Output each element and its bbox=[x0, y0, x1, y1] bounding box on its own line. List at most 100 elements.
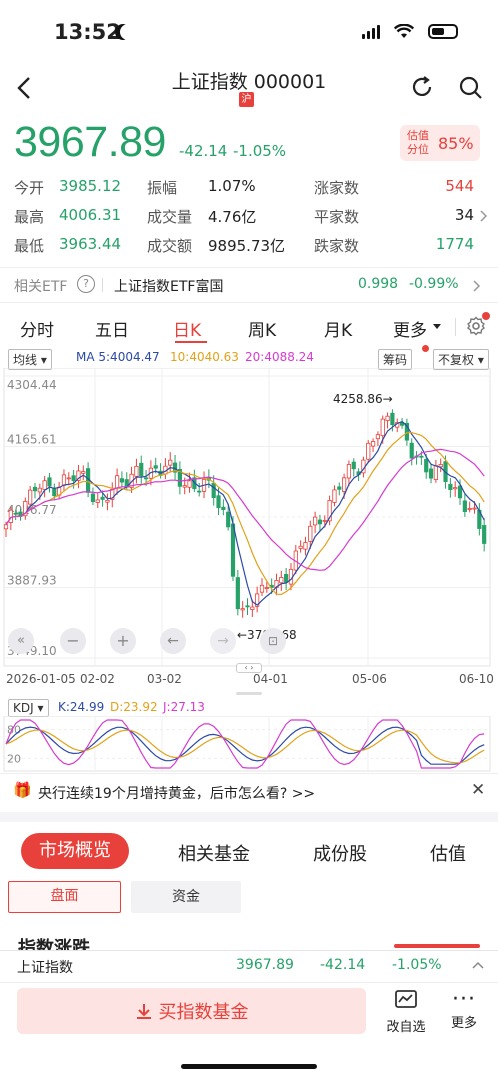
candle-body bbox=[428, 468, 434, 479]
candle-body bbox=[52, 488, 57, 497]
ma10-value: 10:4040.63 bbox=[170, 350, 239, 364]
vol-value: 4.76亿 bbox=[208, 208, 257, 226]
status-icons bbox=[362, 24, 458, 39]
candle-body bbox=[119, 478, 125, 483]
tab-valuation[interactable]: 估值 bbox=[430, 840, 466, 866]
drag-handle[interactable] bbox=[236, 692, 262, 695]
edit-watchlist-button[interactable]: 改自选 bbox=[384, 988, 428, 1038]
status-time: 13:52 bbox=[54, 20, 121, 44]
bottom-ticker-name: 上证指数 bbox=[17, 960, 73, 976]
zoom-in-icon[interactable]: + bbox=[110, 628, 136, 654]
tab-daily-k[interactable]: 日K bbox=[173, 316, 201, 341]
y-tick: 4165.61 bbox=[7, 432, 57, 446]
candle-body bbox=[134, 465, 139, 477]
candle-body bbox=[37, 487, 42, 493]
up-count-label: 涨家数 bbox=[314, 179, 360, 197]
flat-count: 34 bbox=[454, 206, 474, 224]
tab-related-funds[interactable]: 相关基金 bbox=[178, 840, 250, 866]
market-badge: 沪 bbox=[239, 92, 254, 107]
tab-more[interactable]: 更多 bbox=[393, 316, 427, 341]
chevron-up-icon[interactable] bbox=[472, 961, 484, 969]
candle-body bbox=[370, 441, 376, 447]
more-button[interactable]: ··· 更多 bbox=[446, 988, 482, 1038]
candle-body bbox=[71, 475, 76, 482]
candle-body bbox=[375, 434, 381, 440]
bottom-ticker-change: -42.14 bbox=[320, 957, 366, 973]
tab-constituents[interactable]: 成份股 bbox=[313, 840, 367, 866]
vol-label: 成交量 bbox=[147, 208, 193, 226]
chips-button[interactable]: 筹码 bbox=[378, 349, 413, 370]
open-label: 今开 bbox=[14, 179, 45, 197]
candle-body bbox=[216, 495, 221, 509]
zoom-reset-icon[interactable]: « bbox=[8, 628, 34, 654]
wifi-icon bbox=[394, 24, 414, 38]
ma-select-label: 均线 bbox=[13, 353, 38, 367]
candle-body bbox=[380, 418, 385, 437]
candle-body bbox=[366, 442, 371, 460]
tab-monthly-k[interactable]: 月K bbox=[324, 316, 352, 341]
valuation-label-2: 分位 bbox=[407, 143, 429, 156]
candle-body bbox=[182, 485, 187, 488]
close-icon[interactable]: ✕ bbox=[471, 780, 485, 800]
buy-index-fund-button[interactable]: 买指数基金 bbox=[17, 988, 366, 1034]
buy-label: 买指数基金 bbox=[158, 1002, 249, 1023]
tab-five-day[interactable]: 五日 bbox=[95, 316, 129, 341]
tab-market-overview[interactable]: 市场概览 bbox=[21, 833, 129, 869]
partial-bar bbox=[394, 944, 480, 948]
notification-dot bbox=[422, 345, 429, 352]
kline-chart[interactable]: 4304.444165.614026.773887.933749.104258.… bbox=[0, 368, 498, 668]
candle-body bbox=[8, 509, 13, 523]
kdj-d: D:23.92 bbox=[110, 700, 158, 714]
candle-body bbox=[424, 459, 429, 473]
candle-body bbox=[168, 459, 173, 466]
bottom-ticker-price: 3967.89 bbox=[236, 957, 294, 973]
candle-body bbox=[482, 525, 487, 544]
candle-body bbox=[47, 477, 52, 487]
kdj-j: J:27.13 bbox=[163, 700, 205, 714]
tab-intraday[interactable]: 分时 bbox=[20, 316, 54, 341]
more-dots-icon: ··· bbox=[452, 987, 476, 1012]
candle-body bbox=[221, 506, 226, 510]
section-gap bbox=[0, 812, 498, 822]
candle-body bbox=[100, 496, 105, 500]
tab-weekly-k[interactable]: 周K bbox=[248, 316, 276, 341]
candle-body bbox=[409, 442, 414, 459]
high-value: 4006.31 bbox=[59, 206, 122, 224]
open-value: 3985.12 bbox=[59, 177, 122, 195]
indicator-select[interactable]: KDJ ▾ bbox=[8, 699, 49, 717]
etf-change-pct: -0.99% bbox=[409, 276, 459, 292]
divider bbox=[0, 267, 498, 268]
download-icon bbox=[136, 1004, 151, 1019]
candle-body bbox=[259, 584, 265, 593]
x-tick: 02-02 bbox=[80, 672, 115, 686]
ma-select[interactable]: 均线 ▾ bbox=[8, 349, 52, 370]
scroll-handle[interactable]: ‹ › bbox=[236, 663, 262, 673]
subtab-board[interactable]: 盘面 bbox=[8, 881, 121, 913]
gift-icon: 🎁 bbox=[13, 781, 32, 799]
news-row[interactable]: 🎁 央行连续19个月增持黄金，后市怎么看? >> ✕ bbox=[0, 778, 498, 806]
candle-body bbox=[139, 462, 144, 477]
kdj-chart[interactable]: 8020 bbox=[0, 716, 498, 772]
lock-icon[interactable]: ⊡ bbox=[260, 628, 286, 654]
candle-body bbox=[351, 461, 356, 470]
candle-body bbox=[419, 455, 424, 458]
subtab-funds[interactable]: 资金 bbox=[131, 881, 241, 913]
etf-row[interactable]: 相关ETF ? 上证指数ETF富国 0.998 -0.99% bbox=[0, 272, 498, 300]
chevron-right-icon[interactable] bbox=[480, 210, 488, 222]
home-indicator bbox=[181, 1064, 317, 1069]
refresh-icon[interactable] bbox=[410, 75, 434, 99]
y-tick: 3887.93 bbox=[7, 574, 57, 588]
zoom-out-icon[interactable]: − bbox=[60, 628, 86, 654]
candle-body bbox=[250, 606, 255, 610]
candle-body bbox=[235, 577, 240, 610]
pan-left-icon[interactable]: ← bbox=[160, 628, 186, 654]
valuation-badge[interactable]: 估值 分位 85% bbox=[400, 125, 480, 161]
search-icon[interactable] bbox=[458, 75, 484, 101]
help-icon[interactable]: ? bbox=[77, 275, 95, 293]
moon-icon bbox=[120, 24, 136, 40]
pan-right-icon[interactable]: → bbox=[210, 628, 236, 654]
adjust-select[interactable]: 不复权 ▾ bbox=[433, 349, 489, 370]
candle-body bbox=[143, 477, 149, 480]
candle-body bbox=[341, 477, 347, 492]
candle-body bbox=[187, 480, 192, 488]
